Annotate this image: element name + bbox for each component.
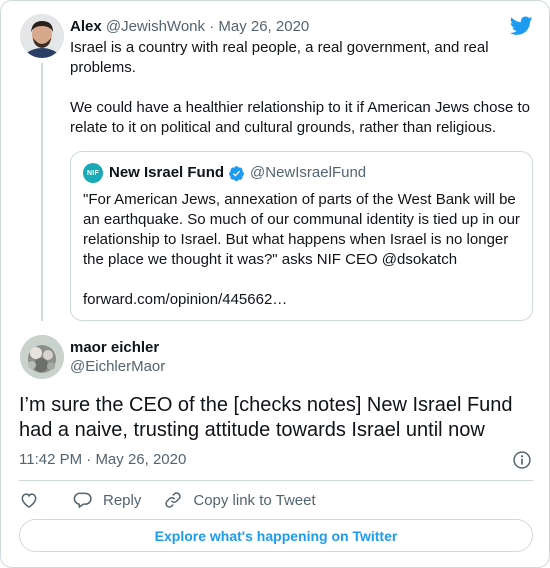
thread-connector-line xyxy=(41,63,43,321)
embedded-tweet-card: Alex @JewishWonk · May 26, 2020 Israel i… xyxy=(0,0,550,568)
divider xyxy=(19,480,533,481)
tweet-date: May 26, 2020 xyxy=(95,451,187,468)
quoted-author-name[interactable]: New Israel Fund xyxy=(109,163,224,183)
quoted-tweet[interactable]: NIF New Israel Fund @NewIsraelFund "For … xyxy=(70,151,533,321)
reply-label: Reply xyxy=(103,491,142,509)
quoted-author-handle[interactable]: @NewIsraelFund xyxy=(250,163,366,183)
like-button[interactable] xyxy=(19,490,39,510)
parent-tweet-text: Israel is a country with real people, a … xyxy=(70,38,540,138)
avatar-maor[interactable] xyxy=(20,335,64,379)
copy-link-label: Copy link to Tweet xyxy=(193,491,316,509)
nif-logo-text: NIF xyxy=(87,169,99,177)
parent-paragraph-1: Israel is a country with real people, a … xyxy=(70,39,489,76)
reply-button[interactable]: Reply xyxy=(73,490,141,510)
nif-logo-avatar[interactable]: NIF xyxy=(83,163,103,183)
parent-date[interactable]: May 26, 2020 xyxy=(218,18,309,35)
twitter-bird-icon[interactable] xyxy=(510,16,533,36)
parent-author-name[interactable]: Alex xyxy=(70,18,102,35)
heart-icon xyxy=(21,493,37,508)
quoted-tweet-header: New Israel Fund @NewIsraelFund xyxy=(109,163,366,183)
explore-twitter-button[interactable]: Explore what's happening on Twitter xyxy=(19,519,533,552)
main-author-name[interactable]: maor eichler xyxy=(70,338,159,358)
link-icon xyxy=(165,492,182,508)
parent-separator: · xyxy=(209,18,215,35)
quoted-tweet-text: "For American Jews, annexation of parts … xyxy=(83,191,520,268)
timestamp-separator: · xyxy=(86,451,92,468)
tweet-timestamp[interactable]: 11:42 PM · May 26, 2020 xyxy=(19,450,186,470)
tweet-time: 11:42 PM xyxy=(19,451,83,468)
avatar-alex[interactable] xyxy=(20,14,64,58)
parent-tweet-header: Alex @JewishWonk · May 26, 2020 xyxy=(70,17,309,37)
verified-badge-icon xyxy=(229,165,244,181)
copy-link-button[interactable]: Copy link to Tweet xyxy=(163,490,316,510)
main-tweet-text: I’m sure the CEO of the [checks notes] N… xyxy=(19,394,513,441)
parent-author-handle[interactable]: @JewishWonk xyxy=(106,18,205,35)
explore-label: Explore what's happening on Twitter xyxy=(154,527,398,544)
quoted-tweet-link[interactable]: forward.com/opinion/445662… xyxy=(83,290,287,310)
reply-icon xyxy=(73,492,92,508)
info-icon[interactable] xyxy=(512,450,532,470)
parent-paragraph-2: We could have a healthier relationship t… xyxy=(70,99,530,136)
tweet-actions: Reply Copy link to Tweet xyxy=(19,489,316,511)
main-author-handle[interactable]: @EichlerMaor xyxy=(70,357,165,377)
